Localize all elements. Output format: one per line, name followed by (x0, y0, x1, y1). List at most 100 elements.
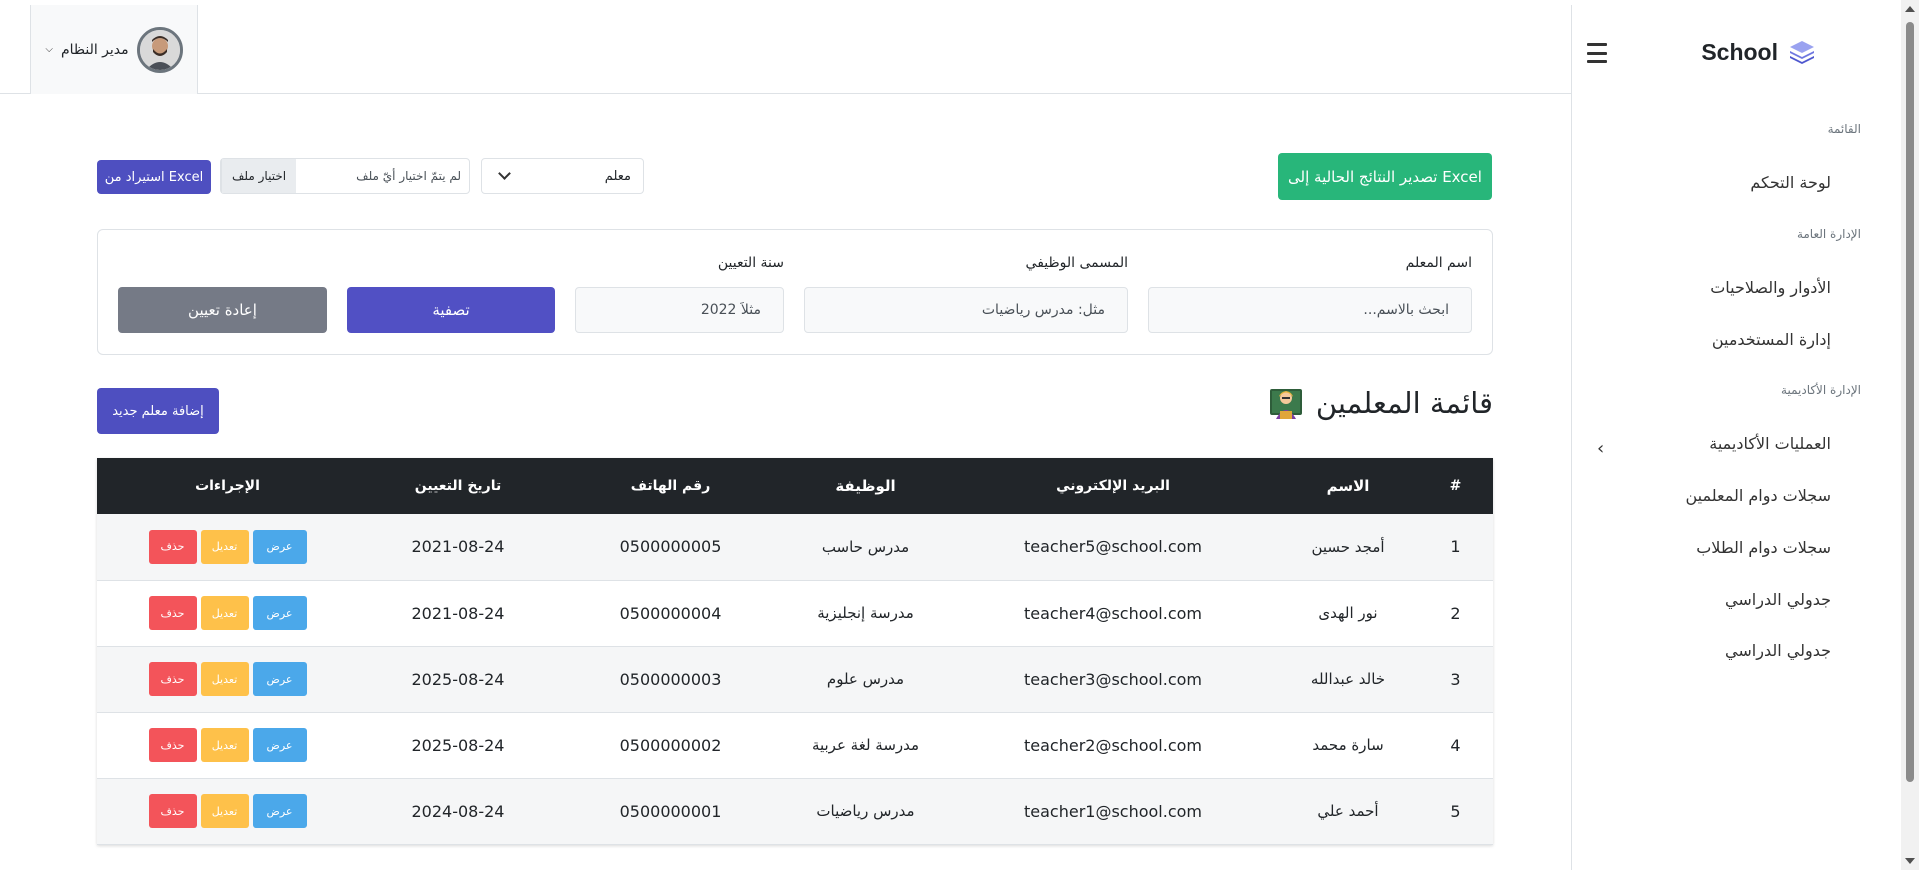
scroll-down-icon[interactable] (1905, 858, 1915, 864)
filter-button[interactable]: تصفية (347, 287, 555, 333)
col-hire-date: تاريخ التعيين (414, 478, 502, 494)
cell-email: teacher3@school.com (1023, 669, 1202, 689)
cell-name: نور الهدى (1318, 604, 1378, 622)
sidebar-item-teacher-attendance[interactable]: سجلات دوام المعلمين (1685, 486, 1831, 505)
export-excel-button[interactable]: تصدير النتائج الحالية إلى Excel (1278, 153, 1492, 200)
cell-hire-date: 2021-08-24 (411, 537, 505, 557)
cell-hire-date: 2025-08-24 (411, 669, 505, 689)
delete-button[interactable]: حذف (148, 529, 197, 564)
teacher-name-input[interactable] (1148, 287, 1472, 333)
user-name: مدير النظام (60, 41, 129, 58)
menu-toggle-icon[interactable] (1587, 43, 1607, 63)
page-title: قائمة المعلمين (1268, 385, 1493, 421)
cell-actions: عرض تعديل حذف (97, 514, 358, 580)
col-actions: الإجراءات (195, 478, 260, 494)
reset-button[interactable]: إعادة تعيين (118, 287, 327, 333)
add-teacher-button[interactable]: إضافة معلم جديد (97, 388, 219, 434)
file-input[interactable]: اختيار ملف لم يتمّ اختيار أيّ ملف (220, 158, 470, 194)
cell-phone: 0500000004 (619, 603, 722, 623)
cell-job: مدرس حاسب (821, 537, 910, 556)
teacher-name-label: اسم المعلم (1405, 255, 1472, 271)
cell-index: 4 (1450, 735, 1461, 755)
view-button[interactable]: عرض (252, 728, 307, 762)
view-button[interactable]: عرض (252, 596, 307, 630)
col-job: الوظيفة (835, 477, 896, 495)
cell-job: مدرسة إنجليزية (817, 604, 914, 622)
job-title-label: المسمى الوظيفي (1025, 255, 1128, 271)
role-select-value: معلم (604, 168, 631, 184)
table-row: 1 أمجد حسين teacher5@school.com مدرس حاس… (97, 514, 1493, 580)
col-name: الاسم (1326, 477, 1370, 495)
cell-actions: عرض تعديل حذف (97, 580, 358, 646)
filter-card: اسم المعلم المسمى الوظيفي سنة التعيين تص… (97, 229, 1493, 355)
brand[interactable]: School (1701, 38, 1816, 66)
cell-name: خالد عبدالله (1310, 670, 1386, 688)
cell-job: مدرس رياضيات (816, 802, 915, 820)
scroll-thumb[interactable] (1906, 22, 1914, 782)
table-row: 3 خالد عبدالله teacher3@school.com مدرس … (97, 646, 1493, 712)
job-title-input[interactable] (804, 287, 1128, 333)
delete-button[interactable]: حذف (148, 662, 197, 696)
import-excel-button[interactable]: استيراد من Excel (97, 160, 211, 194)
teacher-icon (1269, 389, 1302, 419)
view-button[interactable]: عرض (252, 529, 307, 564)
cell-email: teacher4@school.com (1023, 603, 1202, 623)
cell-actions: عرض تعديل حذف (97, 646, 358, 712)
edit-button[interactable]: تعديل (200, 662, 249, 696)
avatar (136, 26, 183, 73)
delete-button[interactable]: حذف (148, 728, 197, 762)
teachers-table: # الاسم البريد الإلكتروني الوظيفة رقم ال… (97, 458, 1493, 845)
chevron-left-icon[interactable]: ‹ (1597, 438, 1604, 459)
section-title-academic: الإدارة الأكاديمية (1781, 383, 1861, 397)
cell-email: teacher1@school.com (1023, 801, 1202, 821)
layers-icon (1790, 41, 1814, 64)
cell-hire-date: 2024-08-24 (411, 801, 505, 821)
sidebar-item-dashboard[interactable]: لوحة التحكم (1750, 173, 1831, 192)
sidebar-item-academic-ops[interactable]: العمليات الأكاديمية (1709, 434, 1831, 453)
chevron-down-icon (498, 167, 511, 180)
sidebar-item-my-schedule-2[interactable]: جدولي الدراسي (1725, 641, 1831, 660)
cell-email: teacher2@school.com (1023, 735, 1202, 755)
choose-file-button[interactable]: اختيار ملف (221, 159, 297, 193)
sidebar-item-student-attendance[interactable]: سجلات دوام الطلاب (1696, 538, 1831, 557)
cell-index: 2 (1450, 603, 1461, 623)
cell-phone: 0500000005 (619, 537, 722, 557)
cell-name: سارة محمد (1312, 736, 1384, 754)
chevron-down-icon: ⌵ (45, 44, 53, 55)
edit-button[interactable]: تعديل (200, 728, 249, 762)
cell-email: teacher5@school.com (1023, 537, 1202, 557)
cell-name: أمجد حسين (1311, 537, 1385, 556)
sidebar-item-roles[interactable]: الأدوار والصلاحيات (1710, 278, 1831, 297)
sidebar-item-my-schedule[interactable]: جدولي الدراسي (1725, 590, 1831, 609)
cell-hire-date: 2021-08-24 (411, 603, 505, 623)
file-status: لم يتمّ اختيار أيّ ملف (356, 169, 461, 183)
edit-button[interactable]: تعديل (200, 794, 249, 828)
scroll-up-icon[interactable] (1905, 6, 1915, 12)
cell-phone: 0500000003 (619, 669, 722, 689)
col-email: البريد الإلكتروني (1056, 478, 1170, 494)
view-button[interactable]: عرض (252, 794, 307, 828)
page-title-text: قائمة المعلمين (1315, 386, 1493, 420)
cell-name: أحمد علي (1317, 802, 1379, 820)
view-button[interactable]: عرض (252, 662, 307, 696)
top-header: ⌵ مدير النظام (0, 5, 1590, 94)
delete-button[interactable]: حذف (148, 596, 197, 630)
edit-button[interactable]: تعديل (200, 529, 249, 564)
table-row: 2 نور الهدى teacher4@school.com مدرسة إن… (97, 580, 1493, 646)
hire-year-input[interactable] (575, 287, 784, 333)
table-row: 4 سارة محمد teacher2@school.com مدرسة لغ… (97, 712, 1493, 778)
cell-index: 1 (1450, 537, 1461, 557)
delete-button[interactable]: حذف (148, 794, 197, 828)
role-select[interactable]: معلم (481, 158, 644, 194)
col-index: # (1449, 478, 1462, 494)
table-header-row: # الاسم البريد الإلكتروني الوظيفة رقم ال… (97, 458, 1493, 514)
user-menu[interactable]: ⌵ مدير النظام (30, 5, 198, 94)
scrollbar[interactable] (1901, 0, 1919, 870)
cell-index: 3 (1450, 669, 1461, 689)
hire-year-label: سنة التعيين (717, 255, 784, 271)
cell-job: مدرسة لغة عربية (811, 736, 920, 754)
edit-button[interactable]: تعديل (200, 596, 249, 630)
brand-name: School (1701, 38, 1778, 65)
sidebar-item-users[interactable]: إدارة المستخدمين (1712, 330, 1831, 349)
cell-actions: عرض تعديل حذف (97, 712, 358, 778)
